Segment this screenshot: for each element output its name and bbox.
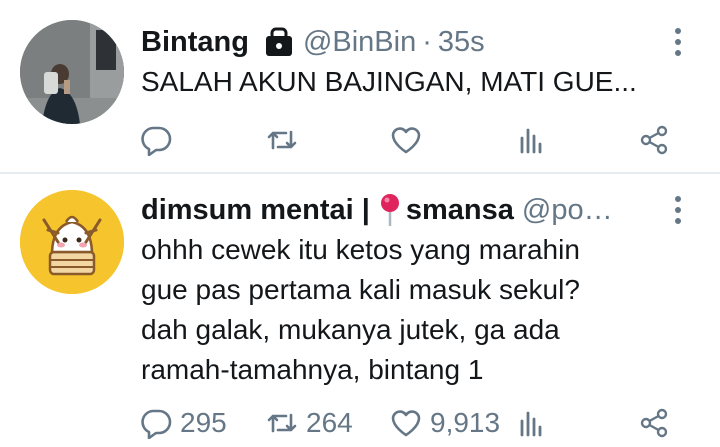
tweet-text-line: dah galak, mukanya jutek, ga ada — [141, 314, 560, 345]
reply-count: 295 — [180, 407, 227, 438]
action-bar: 295 264 9,913 — [140, 403, 680, 443]
action-bar — [140, 120, 680, 160]
separator: · — [422, 25, 432, 58]
tweet-text-line: ramah-tamahnya, bintang 1 — [141, 354, 484, 385]
analytics-icon — [520, 411, 542, 437]
retweet-icon — [267, 130, 297, 150]
dimsum-avatar-icon — [20, 190, 124, 294]
tweet-2[interactable]: dimsum mentai | smansa @po… ohhh cewek i… — [0, 174, 720, 447]
heart-icon — [391, 410, 421, 437]
tweet-text: ohhh cewek itu ketos yang marahin gue pa… — [141, 230, 690, 390]
tweet-text-line: gue pas pertama kali masuk sekul? — [141, 274, 580, 305]
share-button[interactable] — [638, 120, 670, 160]
tweet-header: Bintang @BinBin · 35s — [141, 22, 660, 62]
retweet-count: 264 — [306, 407, 353, 438]
tweet-text-line: ohhh cewek itu ketos yang marahin — [141, 234, 580, 265]
analytics-button[interactable] — [516, 403, 548, 443]
like-button[interactable] — [390, 120, 422, 160]
tweet-text: SALAH AKUN BAJINGAN, MATI GUE... — [141, 62, 690, 102]
tweet-text-line: SALAH AKUN BAJINGAN, MATI GUE... — [141, 66, 637, 97]
lock-icon — [263, 27, 295, 57]
like-count: 9,913 — [430, 407, 501, 438]
avatar-photo — [20, 20, 124, 124]
handle[interactable]: @BinBin — [303, 26, 416, 59]
retweet-button[interactable] — [266, 120, 298, 160]
reply-icon — [141, 409, 172, 439]
round-pushpin-icon — [378, 193, 402, 227]
timestamp[interactable]: 35s — [438, 26, 485, 59]
share-button[interactable] — [638, 403, 670, 443]
share-icon — [640, 125, 668, 155]
retweet-icon — [267, 413, 297, 433]
analytics-icon — [520, 128, 542, 154]
like-button[interactable]: 9,913 — [390, 403, 500, 443]
display-name-part-1[interactable]: dimsum mentai | — [141, 194, 370, 227]
retweet-button[interactable]: 264 — [266, 403, 353, 443]
avatar[interactable] — [20, 20, 124, 124]
heart-icon — [391, 127, 421, 154]
more-options-icon[interactable] — [666, 22, 690, 62]
reply-icon — [141, 126, 172, 156]
share-icon — [640, 408, 668, 438]
tweet-1[interactable]: Bintang @BinBin · 35s SALAH AKUN BAJINGA… — [0, 0, 720, 173]
handle[interactable]: @po… — [522, 194, 613, 227]
display-name-part-2[interactable]: smansa — [406, 194, 514, 227]
analytics-button[interactable] — [516, 120, 548, 160]
reply-button[interactable]: 295 — [140, 403, 227, 443]
avatar[interactable] — [20, 190, 124, 294]
tweet-header: dimsum mentai | smansa @po… — [141, 190, 660, 230]
more-options-icon[interactable] — [666, 190, 690, 230]
reply-button[interactable] — [140, 120, 172, 160]
display-name[interactable]: Bintang — [141, 26, 249, 59]
